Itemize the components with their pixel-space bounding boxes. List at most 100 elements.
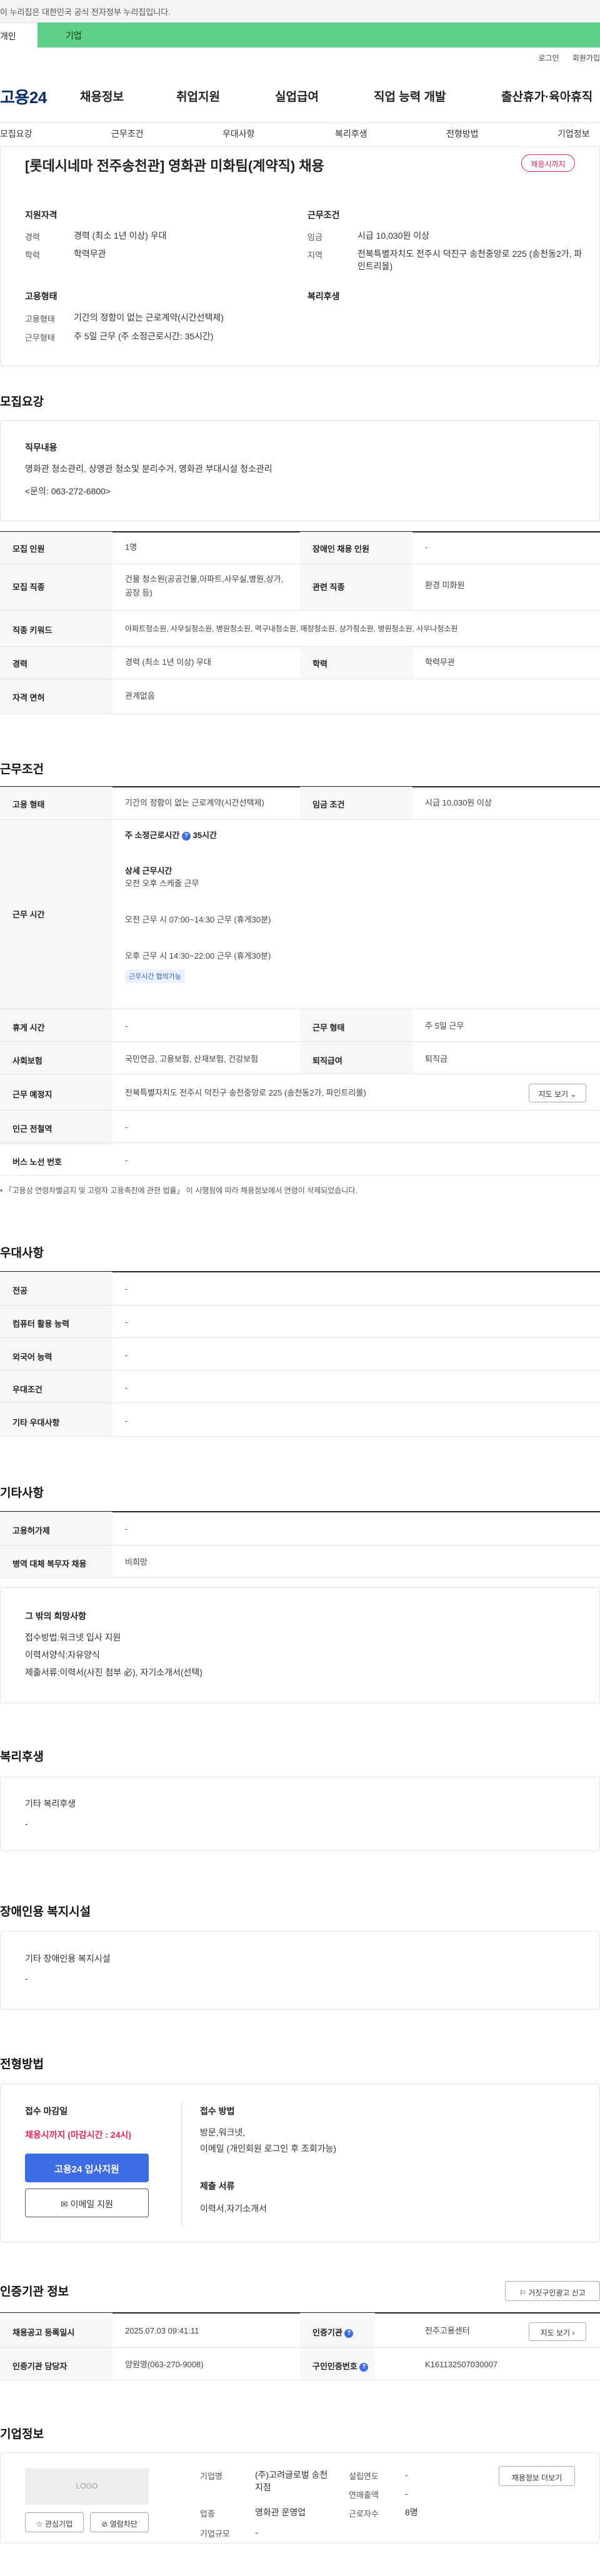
registered-value: 2025.07.03 09:41:11: [125, 2326, 199, 2335]
major-label: 전공: [12, 1286, 28, 1295]
tab-company[interactable]: 기업: [38, 22, 600, 47]
email-apply-label: 이메일 지원: [70, 2199, 113, 2209]
false-ad-report-button[interactable]: ⚐ 거짓구인광고 신고: [505, 2281, 600, 2301]
other-wishes-line: 제출서류:이력서(사진 첨부 必), 자기소개서(선택): [25, 1667, 202, 1677]
row-divider: [0, 610, 600, 611]
block-view-button[interactable]: ⊘ 열람차단: [90, 2512, 149, 2532]
bus-value: -: [125, 1156, 128, 1165]
station-value: -: [125, 1122, 128, 1132]
disabled-hire-label: 장애인 채용 인원: [312, 544, 369, 554]
brand-logo[interactable]: 고용24: [0, 85, 47, 108]
documents-heading: 제출 서류: [200, 2181, 235, 2191]
row-divider: [0, 2347, 600, 2348]
company-jobs-button[interactable]: 채용정보 더보기: [499, 2466, 575, 2486]
preference-label: 우대조건: [12, 1385, 42, 1394]
info-icon[interactable]: ?: [181, 831, 191, 841]
conditions-section-title: 근무조건: [0, 763, 44, 776]
block-icon: ⊘: [101, 2520, 108, 2529]
manager-label: 인증기관 담당자: [12, 2362, 68, 2371]
other-preference-value: -: [125, 1416, 128, 1425]
education-value: 학력무관: [74, 249, 106, 259]
work-hours-label: 근무 시간: [12, 910, 45, 919]
selection-divider: [181, 2101, 182, 2226]
qualification-heading: 지원자격: [25, 210, 58, 220]
preference-value: -: [125, 1383, 128, 1392]
other-wishes-line: 이력서양식:자유양식: [25, 1650, 100, 1660]
sales-label: 연매출액: [349, 2490, 379, 2500]
career-req-label: 경력: [12, 659, 28, 669]
keyword-value: 아파트청소원, 사무실청소원, 병원청소원, 역구내청소원, 매장청소원, 상가…: [125, 624, 458, 633]
disabled-hire-value: -: [425, 542, 428, 552]
info-icon[interactable]: ?: [359, 2362, 369, 2372]
military-service-label: 병역 대체 복무자 채용: [12, 1559, 87, 1569]
block-view-label: 열람차단: [109, 2520, 138, 2529]
map-button[interactable]: 지도 보기 ⌄: [529, 1084, 586, 1102]
gov-banner: 이 누리집은 대한민국 공식 전자정부 누리집입니다.: [0, 0, 600, 22]
anchor-welfare[interactable]: 복리후생: [335, 127, 368, 140]
row-divider: [0, 1110, 600, 1111]
detail-hours-heading: 상세 근무시간: [125, 866, 172, 876]
retirement-value: 퇴직금: [425, 1054, 448, 1064]
nav-item-jobs[interactable]: 채용정보: [80, 87, 124, 104]
nav-item-support[interactable]: 취업지원: [176, 87, 220, 104]
wage-condition-label: 임금 조건: [312, 800, 345, 809]
anchor-preferred[interactable]: 우대사항: [222, 127, 255, 140]
military-service-value: 비희망: [125, 1557, 148, 1567]
license-label: 자격 면허: [12, 693, 45, 702]
other-welfare-value: -: [25, 1819, 28, 1829]
interest-company-button[interactable]: ☆ 관심기업: [25, 2512, 84, 2532]
chevron-down-icon: ⌄: [570, 1090, 577, 1099]
map-button-label: 지도 보기: [538, 1090, 569, 1099]
license-value: 관계없음: [125, 691, 155, 701]
headcount-value: 1명: [125, 542, 138, 552]
other-wishes-box: [0, 1587, 600, 1704]
career-value: 경력 (최소 1년 이상) 우대: [74, 231, 167, 241]
hours-negotiable-chip: 근무시간 협의가능: [125, 969, 186, 983]
agency-map-button[interactable]: 지도 보기 ›: [529, 2322, 586, 2341]
disability-facility-value: -: [25, 1974, 28, 1984]
other-welfare-heading: 기타 복리후생: [25, 1799, 76, 1809]
employment-type-value: 기간의 정함이 없는 근로계약(시간선택제): [74, 312, 224, 322]
nav-item-leave[interactable]: 출산휴가·육아휴직: [501, 87, 592, 104]
nav-item-training[interactable]: 직업 능력 개발: [374, 87, 446, 104]
apply-button[interactable]: 고용24 입사지원: [25, 2154, 149, 2182]
work-type-label: 근무형태: [25, 333, 55, 342]
company-section-title: 기업정보: [0, 2428, 44, 2441]
anchor-company[interactable]: 기업정보: [558, 127, 590, 140]
email-apply-button[interactable]: ✉ 이메일 지원: [25, 2189, 149, 2217]
agency-value: 전주고용센터: [425, 2326, 470, 2335]
founded-label: 설립연도: [349, 2472, 379, 2481]
founded-value: -: [405, 2470, 408, 2480]
wage-value: 시급 10,030원 이상: [358, 231, 429, 241]
row-divider: [0, 1436, 600, 1437]
duty-line: 영화관 청소관리, 상영관 청소및 분리수거, 영화관 부대시설 청소관리: [25, 464, 272, 474]
tab-personal[interactable]: 개인: [0, 22, 38, 47]
info-icon[interactable]: ?: [344, 2329, 354, 2338]
deadline-badge: 채용시까지: [521, 154, 575, 172]
chevron-right-icon: ›: [572, 2329, 575, 2337]
login-link[interactable]: 로그인: [538, 54, 559, 62]
employment-type-label: 고용형태: [25, 314, 55, 324]
language-value: -: [125, 1350, 128, 1360]
anchor-conditions[interactable]: 근무조건: [111, 127, 144, 140]
wage-condition-value: 시급 10,030원 이상: [425, 798, 492, 807]
wage-label: 임금: [308, 232, 322, 242]
company-size-label: 기업규모: [200, 2529, 230, 2539]
nav-item-benefit[interactable]: 실업급여: [275, 87, 319, 104]
disability-facility-heading: 기타 장애인용 복지시설: [25, 1954, 111, 1964]
row-divider: [0, 1402, 600, 1403]
sales-value: -: [405, 2489, 408, 2499]
weekly-hours: 주 소정근로시간 ? 35시간: [125, 829, 217, 841]
job-title: [롯데시네마 전주송천관] 영화관 미화팀(계약직) 채용: [25, 158, 324, 174]
false-ad-report-label: 거짓구인광고 신고: [528, 2289, 586, 2297]
agency-label: 인증기관 ?: [312, 2326, 354, 2338]
related-job-label: 관련 직종: [312, 582, 345, 592]
anchor-selection[interactable]: 전형방법: [446, 127, 479, 140]
cert-number-label-text: 구인인증번호: [312, 2362, 358, 2371]
signup-link[interactable]: 회원가입: [572, 54, 600, 62]
subnav-divider: [0, 146, 600, 147]
work-condition-heading: 근무조건: [308, 210, 340, 220]
row-divider: [0, 1142, 600, 1143]
anchor-recruit[interactable]: 모집요강: [0, 127, 32, 140]
method-heading: 접수 방법: [200, 2106, 235, 2116]
